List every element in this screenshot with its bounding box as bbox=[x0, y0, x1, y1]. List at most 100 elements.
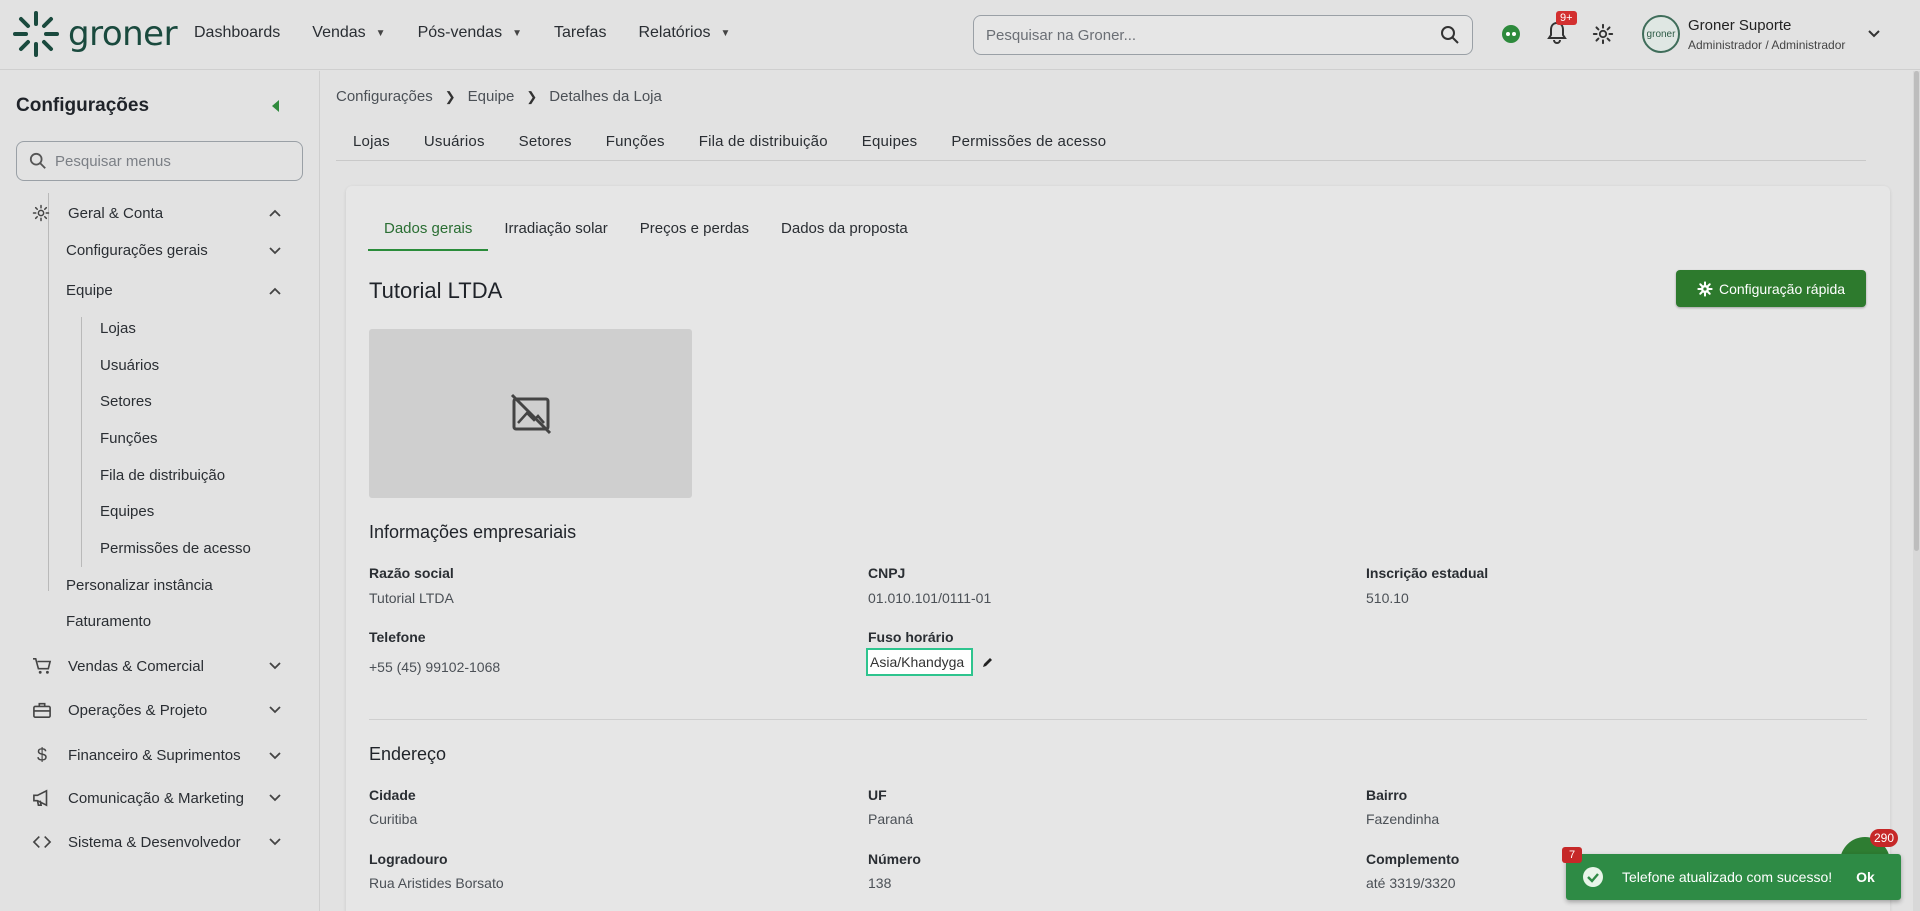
sidebar-item-geral-conta[interactable]: Geral & Conta bbox=[32, 204, 322, 222]
logo-mark-icon bbox=[13, 11, 59, 57]
user-info: Groner Suporte Administrador / Administr… bbox=[1688, 17, 1845, 52]
gear-icon bbox=[1697, 280, 1713, 297]
nav-label: Dashboards bbox=[194, 24, 281, 41]
sidebar-item-permissoes[interactable]: Permissões de acesso bbox=[100, 540, 251, 557]
chat-badge: 290 bbox=[1870, 829, 1899, 847]
team-tabs: Lojas Usuários Setores Funções Fila de d… bbox=[336, 130, 1866, 161]
sidebar-item-setores[interactable]: Setores bbox=[100, 393, 152, 410]
sidebar-item-label: Personalizar instância bbox=[66, 577, 213, 594]
tab-permissoes[interactable]: Permissões de acesso bbox=[934, 130, 1123, 160]
sidebar-item-equipes[interactable]: Equipes bbox=[100, 503, 154, 520]
razao-social-label: Razão social bbox=[369, 565, 454, 581]
tab-setores[interactable]: Setores bbox=[502, 130, 589, 160]
tree-line bbox=[81, 317, 82, 567]
collapse-sidebar-icon[interactable] bbox=[272, 100, 279, 112]
subtab-irradiacao-solar[interactable]: Irradiação solar bbox=[488, 220, 623, 251]
settings-gear-icon[interactable] bbox=[1592, 23, 1614, 45]
sidebar-item-equipe[interactable]: Equipe bbox=[66, 282, 322, 299]
nav-vendas[interactable]: Vendas ▼ bbox=[312, 24, 385, 42]
sidebar-item-label: Permissões de acesso bbox=[100, 540, 251, 557]
briefcase-icon bbox=[33, 702, 51, 719]
sidebar-item-funcoes[interactable]: Funções bbox=[100, 430, 158, 447]
toast-ok-button[interactable]: Ok bbox=[1856, 869, 1875, 885]
logradouro-label: Logradouro bbox=[369, 851, 448, 867]
breadcrumb: Configurações ❯ Equipe ❯ Detalhes da Loj… bbox=[336, 88, 662, 105]
sidebar-item-operacoes-projeto[interactable]: Operações & Projeto bbox=[32, 701, 322, 719]
sidebar-item-label: Financeiro & Suprimentos bbox=[68, 747, 241, 764]
sidebar-item-faturamento[interactable]: Faturamento bbox=[66, 613, 151, 630]
sidebar-item-label: Setores bbox=[100, 393, 152, 410]
company-info-title: Informações empresariais bbox=[369, 522, 577, 542]
nav-dashboards[interactable]: Dashboards bbox=[194, 24, 280, 42]
pencil-icon[interactable] bbox=[982, 656, 994, 668]
breadcrumb-configuracoes[interactable]: Configurações bbox=[336, 88, 433, 105]
complemento-label: Complemento bbox=[1366, 851, 1460, 867]
tab-lojas[interactable]: Lojas bbox=[336, 130, 407, 160]
chat-bot-icon[interactable] bbox=[1500, 23, 1522, 45]
sidebar-search bbox=[16, 141, 303, 181]
sidebar-item-label: Funções bbox=[100, 430, 158, 447]
main-nav: Dashboards Vendas ▼ Pós-vendas ▼ Tarefas R… bbox=[194, 24, 730, 42]
user-menu[interactable]: groner Groner Suporte Administrador / Ad… bbox=[1642, 15, 1881, 53]
sidebar-item-label: Equipe bbox=[66, 282, 113, 299]
sidebar-search-input[interactable] bbox=[55, 152, 285, 170]
notifications[interactable]: 9+ bbox=[1546, 11, 1577, 48]
search-icon[interactable] bbox=[1440, 25, 1460, 45]
nav-label: Relatórios bbox=[638, 24, 711, 41]
sidebar-item-usuarios[interactable]: Usuários bbox=[100, 357, 159, 374]
chevron-down-icon[interactable] bbox=[1867, 29, 1881, 39]
sidebar-item-sistema-desenvolvedor[interactable]: Sistema & Desenvolvedor bbox=[32, 833, 322, 851]
nav-tarefas[interactable]: Tarefas bbox=[554, 24, 606, 42]
subtab-dados-proposta[interactable]: Dados da proposta bbox=[765, 220, 924, 251]
sidebar-item-label: Configurações gerais bbox=[66, 242, 208, 259]
section-divider bbox=[369, 719, 1867, 720]
cnpj-label: CNPJ bbox=[868, 565, 906, 581]
timezone-input[interactable] bbox=[866, 648, 973, 676]
nav-pos-vendas[interactable]: Pós-vendas ▼ bbox=[418, 24, 522, 42]
megaphone-icon bbox=[33, 789, 48, 807]
inscricao-estadual-label: Inscrição estadual bbox=[1366, 565, 1489, 581]
razao-social-value: Tutorial LTDA bbox=[369, 590, 454, 606]
chevron-down-icon bbox=[269, 751, 281, 759]
sidebar-item-financeiro-suprimentos[interactable]: $ Financeiro & Suprimentos bbox=[32, 745, 322, 766]
sidebar-item-label: Comunicação & Marketing bbox=[68, 789, 244, 807]
cnpj-value: 01.010.101/0111-01 bbox=[868, 590, 992, 606]
notification-badge: 9+ bbox=[1556, 11, 1577, 25]
toast-message: Telefone atualizado com sucesso! bbox=[1622, 869, 1833, 885]
breadcrumb-detalhes-loja: Detalhes da Loja bbox=[549, 88, 662, 105]
sidebar-item-label: Geral & Conta bbox=[68, 204, 164, 222]
tab-funcoes[interactable]: Funções bbox=[589, 130, 682, 160]
cart-icon bbox=[33, 657, 52, 674]
nav-relatorios[interactable]: Relatórios ▼ bbox=[638, 24, 730, 42]
sidebar-item-configuracoes-gerais[interactable]: Configurações gerais bbox=[66, 242, 322, 259]
quick-config-button[interactable]: Configuração rápida bbox=[1676, 270, 1866, 307]
sidebar-title: Configurações bbox=[16, 95, 150, 116]
sidebar-item-vendas-comercial[interactable]: Vendas & Comercial bbox=[32, 657, 322, 675]
sidebar-item-personalizar-instancia[interactable]: Personalizar instância bbox=[66, 577, 213, 594]
breadcrumb-equipe[interactable]: Equipe bbox=[468, 88, 515, 105]
sidebar-item-label: Vendas & Comercial bbox=[68, 657, 204, 675]
page-scrollbar-thumb[interactable] bbox=[1914, 71, 1919, 551]
tab-equipes[interactable]: Equipes bbox=[845, 130, 935, 160]
search-icon bbox=[29, 152, 46, 169]
chevron-right-icon: ❯ bbox=[444, 88, 456, 104]
sidebar-item-comunicacao-marketing[interactable]: Comunicação & Marketing bbox=[32, 789, 322, 807]
sidebar-item-label: Faturamento bbox=[66, 613, 152, 630]
subtab-precos-perdas[interactable]: Preços e perdas bbox=[624, 220, 765, 251]
store-image-placeholder[interactable] bbox=[369, 329, 692, 498]
tab-usuarios[interactable]: Usuários bbox=[407, 130, 502, 160]
sidebar-item-lojas[interactable]: Lojas bbox=[100, 320, 136, 337]
nav-label: Tarefas bbox=[553, 24, 607, 41]
numero-label: Número bbox=[868, 851, 921, 867]
avatar-text: groner bbox=[1646, 28, 1676, 40]
avatar: groner bbox=[1642, 15, 1680, 53]
sidebar-item-label: Operações & Projeto bbox=[68, 701, 208, 719]
telefone-value[interactable]: +55 (45) 99102-1068 bbox=[369, 659, 500, 675]
caret-down-icon: ▼ bbox=[375, 27, 386, 39]
sidebar-item-fila-distribuicao[interactable]: Fila de distribuição bbox=[100, 467, 225, 484]
subtab-dados-gerais[interactable]: Dados gerais bbox=[368, 220, 489, 251]
tab-fila-distribuicao[interactable]: Fila de distribuição bbox=[682, 130, 845, 160]
groner-logo[interactable]: groner bbox=[12, 10, 178, 58]
global-search-input[interactable] bbox=[974, 16, 1414, 54]
bairro-value: Fazendinha bbox=[1366, 811, 1440, 827]
